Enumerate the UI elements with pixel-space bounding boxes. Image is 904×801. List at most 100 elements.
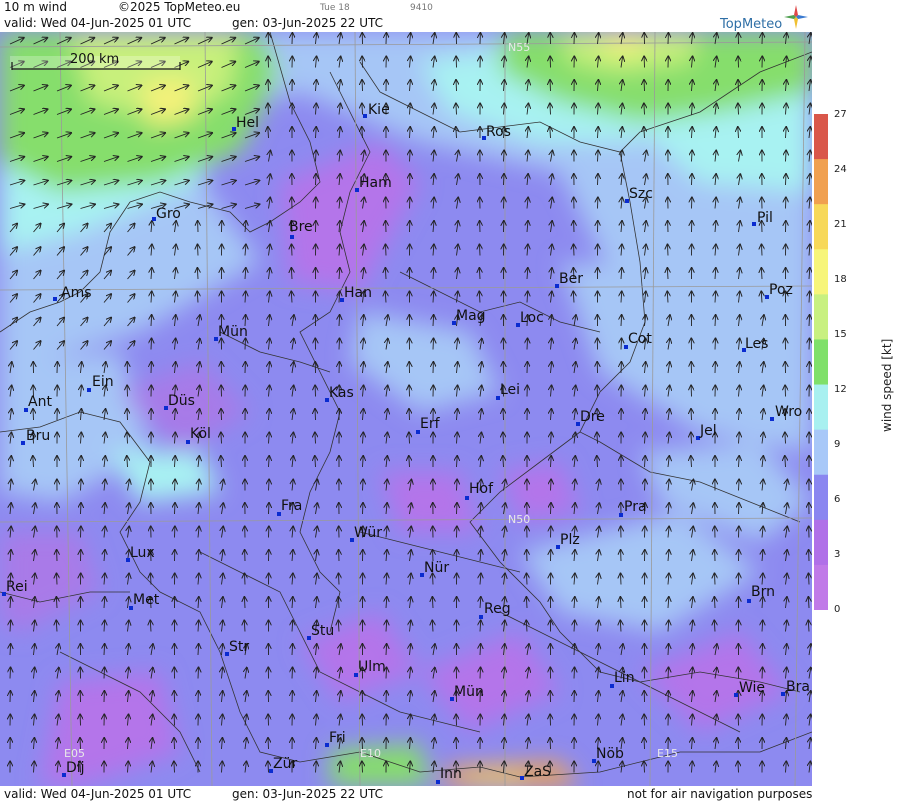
wind-arrow bbox=[456, 104, 457, 115]
wind-arrow bbox=[480, 668, 481, 679]
wind-arrow bbox=[409, 409, 410, 421]
city-dot-ein bbox=[87, 388, 91, 392]
wind-arrow bbox=[762, 668, 763, 679]
city-inn: Inn bbox=[440, 766, 462, 782]
city-poz: Poz bbox=[769, 282, 793, 298]
wind-arrow bbox=[81, 503, 82, 515]
city-dus: Düs bbox=[168, 393, 195, 409]
city-dre: Dre bbox=[580, 409, 605, 425]
legend-tick-27: 27 bbox=[834, 109, 847, 120]
city-nur: Nür bbox=[424, 560, 449, 576]
city-hel: Hel bbox=[236, 115, 259, 131]
legend-tick-0: 0 bbox=[834, 604, 841, 615]
wind-arrow bbox=[268, 104, 269, 115]
city-zas: ZaS bbox=[524, 764, 551, 780]
wind-arrow bbox=[761, 268, 762, 280]
wind-arrow bbox=[621, 574, 622, 585]
wind-arrow bbox=[479, 268, 480, 280]
wind-arrow bbox=[526, 597, 527, 609]
city-str: Str bbox=[229, 639, 249, 655]
wind-arrow bbox=[714, 597, 715, 609]
legend-swatch bbox=[814, 114, 828, 160]
legend-tick-15: 15 bbox=[834, 329, 847, 340]
wind-arrow bbox=[316, 151, 317, 162]
legend-swatch bbox=[814, 339, 828, 386]
wind-map[interactable]: N55 N50 E05 E10 E15 Kie Hel Ros Ham Szc bbox=[0, 32, 812, 786]
generated-time: gen: 03-Jun-2025 22 UTC bbox=[232, 16, 384, 30]
wind-arrow bbox=[668, 245, 669, 256]
wind-arrow bbox=[620, 597, 621, 609]
wind-arrow bbox=[104, 644, 105, 656]
wind-arrow bbox=[503, 433, 504, 444]
wind-arrow bbox=[174, 762, 175, 773]
city-dot-reg bbox=[479, 615, 483, 619]
brand-logo-text[interactable]: TopMeteo bbox=[720, 17, 782, 32]
wind-arrow bbox=[738, 738, 739, 750]
city-reg: Reg bbox=[484, 601, 511, 617]
wind-arrow bbox=[151, 574, 152, 585]
wind-arrow bbox=[409, 433, 410, 444]
wind-arrow bbox=[292, 644, 293, 656]
legend-swatch bbox=[814, 204, 828, 250]
wind-arrow bbox=[362, 80, 363, 92]
city-han: Han bbox=[344, 285, 372, 301]
wind-arrow bbox=[456, 738, 457, 750]
wind-arrow bbox=[433, 315, 434, 327]
wind-arrow bbox=[10, 668, 11, 679]
legend-tick-24: 24 bbox=[834, 164, 847, 175]
wind-arrow bbox=[198, 644, 199, 656]
wind-arrow bbox=[151, 339, 152, 350]
legend-swatch bbox=[814, 474, 828, 521]
city-kas: Kas bbox=[329, 385, 354, 401]
city-ros: Ros bbox=[486, 124, 511, 140]
wind-arrow bbox=[550, 104, 551, 115]
city-dot-pil bbox=[752, 222, 756, 226]
wind-arrow bbox=[268, 80, 269, 92]
city-dot-wie bbox=[734, 693, 738, 697]
legend-swatch bbox=[814, 519, 828, 566]
footer-valid-time: valid: Wed 04-Jun-2025 01 UTC bbox=[4, 787, 192, 801]
wind-arrow bbox=[692, 151, 693, 162]
wind-arrow bbox=[715, 315, 716, 327]
city-mag: Mag bbox=[456, 308, 486, 324]
legend-tick-12: 12 bbox=[834, 384, 847, 395]
city-cot: Cot bbox=[628, 331, 652, 347]
wind-arrow bbox=[292, 245, 293, 256]
wind-arrow bbox=[245, 339, 246, 350]
wind-arrow bbox=[33, 409, 34, 421]
legend-tick-18: 18 bbox=[834, 274, 847, 285]
compass-star-icon bbox=[784, 5, 808, 29]
wind-arrow bbox=[739, 480, 740, 491]
wind-arrow bbox=[339, 339, 340, 350]
city-dot-wro bbox=[770, 417, 774, 421]
wind-arrow bbox=[786, 151, 787, 162]
wind-arrow bbox=[786, 174, 787, 186]
city-fra: Fra bbox=[281, 498, 302, 514]
wind-arrow bbox=[738, 762, 739, 773]
wind-arrow bbox=[80, 738, 81, 750]
wind-arrow bbox=[574, 668, 575, 679]
wind-arrow bbox=[292, 668, 293, 679]
wind-arrow bbox=[574, 245, 575, 256]
product-title: 10 m wind bbox=[4, 0, 67, 14]
wind-arrow bbox=[621, 315, 622, 327]
city-stu: Stu bbox=[311, 623, 334, 639]
wind-arrow bbox=[739, 503, 740, 515]
wind-arrow bbox=[198, 245, 199, 256]
city-szc: Szc bbox=[629, 186, 653, 202]
wind-arrow bbox=[57, 574, 58, 585]
city-wro: Wro bbox=[775, 404, 802, 420]
wind-arrow bbox=[668, 644, 669, 656]
city-dot-ams bbox=[53, 297, 57, 301]
city-kie: Kie bbox=[368, 102, 390, 118]
city-hof: Hof bbox=[469, 481, 494, 497]
city-met: Met bbox=[133, 592, 160, 608]
legend-title: wind speed [kt] bbox=[880, 338, 894, 432]
wind-arrow bbox=[457, 480, 458, 491]
wind-arrow bbox=[644, 762, 645, 773]
wind-map-canvas: N55 N50 E05 E10 E15 Kie Hel Ros Ham Szc bbox=[0, 32, 812, 786]
city-jel: Jel bbox=[699, 423, 717, 439]
wind-arrow bbox=[785, 433, 786, 444]
wind-arrow bbox=[198, 668, 199, 679]
wind-arrow bbox=[738, 104, 739, 115]
